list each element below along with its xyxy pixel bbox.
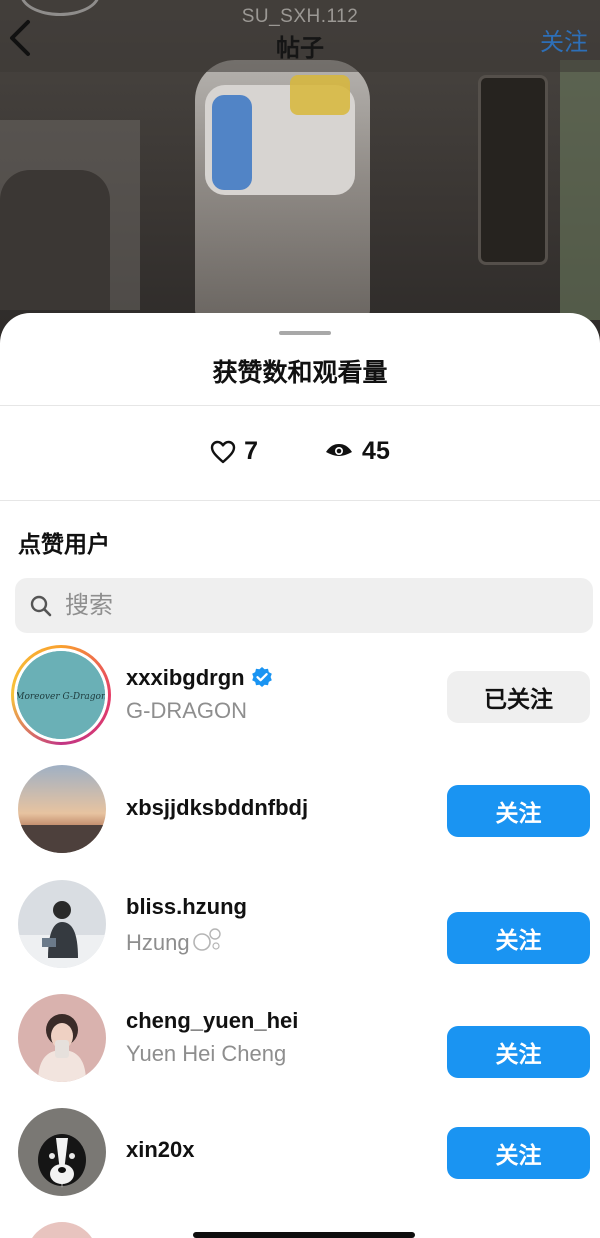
search-bar[interactable] [15, 578, 593, 633]
avatar[interactable] [18, 994, 106, 1082]
full-name: G-DRAGON [126, 698, 247, 723]
page-title: 帖子 [276, 35, 324, 62]
username[interactable]: xxxibgdrgn [126, 665, 273, 691]
divider [0, 500, 600, 501]
chair-detail [0, 170, 110, 310]
svg-text:Moreover G-Dragon: Moreover G-Dragon [17, 692, 105, 702]
sheet-drag-handle[interactable] [279, 331, 331, 335]
stats-row: 7 45 [0, 437, 600, 466]
views-stat: 45 [324, 437, 390, 466]
username[interactable]: xin20x [126, 1137, 195, 1163]
username[interactable]: bliss.hzung [126, 894, 247, 920]
full-name: Hzung [126, 927, 224, 956]
user-row[interactable]: cheng_yuen_hei Yuen Hei Cheng 关注 [0, 986, 600, 1086]
heart-icon [210, 440, 236, 463]
home-indicator[interactable] [193, 1232, 415, 1238]
post-author-username[interactable]: SU_SXH.112 [0, 6, 600, 28]
follow-button[interactable]: 关注 [447, 1026, 590, 1078]
user-row[interactable]: bliss.hzung Hzung 关注 [0, 872, 600, 972]
mirror-detail [478, 75, 548, 265]
search-input[interactable] [65, 591, 545, 620]
eye-icon [326, 443, 353, 456]
bubbles-emoji-icon [192, 928, 221, 951]
full-name: Yuen Hei Cheng [126, 1041, 287, 1066]
avatar[interactable] [18, 1108, 106, 1196]
user-row[interactable]: xbsjjdksbddnfbdj 关注 [0, 758, 600, 858]
likes-views-sheet: 获赞数和观看量 7 45 点赞用户 搜索 Moreover G-Dragon x… [0, 313, 600, 1238]
person-in-snow-photo-icon [18, 880, 106, 968]
follow-button[interactable]: 关注 [447, 912, 590, 964]
follow-button[interactable]: 关注 [447, 785, 590, 837]
shirt-print-yellow [290, 75, 350, 115]
sheet-title: 获赞数和观看量 [212, 359, 388, 387]
username[interactable]: cheng_yuen_hei [126, 1008, 298, 1034]
verified-badge-icon [251, 667, 272, 687]
views-count: 45 [362, 437, 390, 465]
sunset-photo-icon [18, 765, 106, 853]
search-icon [30, 595, 52, 616]
user-row[interactable]: Moreover G-Dragon xxxibgdrgn G-DRAGON 已关… [0, 643, 600, 745]
signature-logo-icon: Moreover G-Dragon [17, 651, 105, 739]
wall-detail [560, 60, 600, 320]
avatar[interactable] [18, 880, 106, 968]
likers-section-title: 点赞用户 [18, 531, 110, 557]
top-bar: SU_SXH.112 帖子 关注 [0, 0, 600, 72]
follow-button[interactable]: 关注 [447, 1127, 590, 1179]
username[interactable]: xbsjjdksbddnfbdj [126, 795, 308, 821]
shirt-print-blue [212, 95, 252, 190]
likes-count: 7 [244, 437, 259, 465]
dog-photo-icon [18, 1108, 106, 1196]
portrait-photo-icon [18, 994, 106, 1082]
divider [0, 405, 600, 406]
user-row[interactable]: xin20x 关注 [0, 1100, 600, 1200]
header-follow-button[interactable]: 关注 [540, 22, 588, 57]
avatar[interactable]: Moreover G-Dragon [17, 651, 105, 739]
likes-stat: 7 [210, 437, 258, 466]
avatar[interactable] [18, 765, 106, 853]
following-button[interactable]: 已关注 [447, 671, 590, 723]
